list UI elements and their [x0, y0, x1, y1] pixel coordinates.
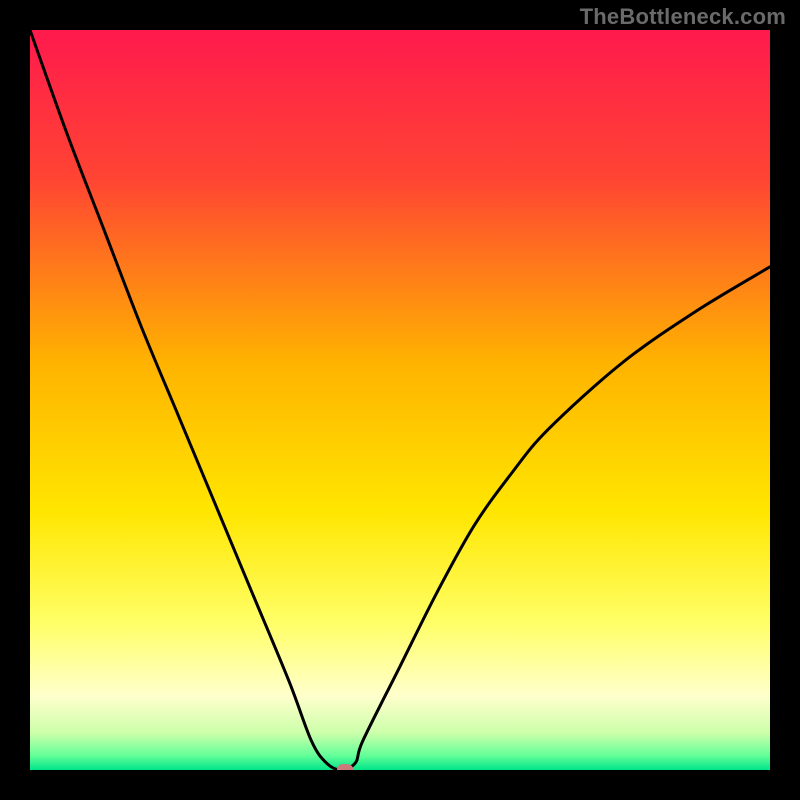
plot-area	[30, 30, 770, 770]
bottleneck-curve-path	[30, 30, 770, 770]
watermark-text: TheBottleneck.com	[580, 4, 786, 30]
curve-svg	[30, 30, 770, 770]
optimum-marker	[337, 764, 353, 770]
chart-frame: TheBottleneck.com	[0, 0, 800, 800]
